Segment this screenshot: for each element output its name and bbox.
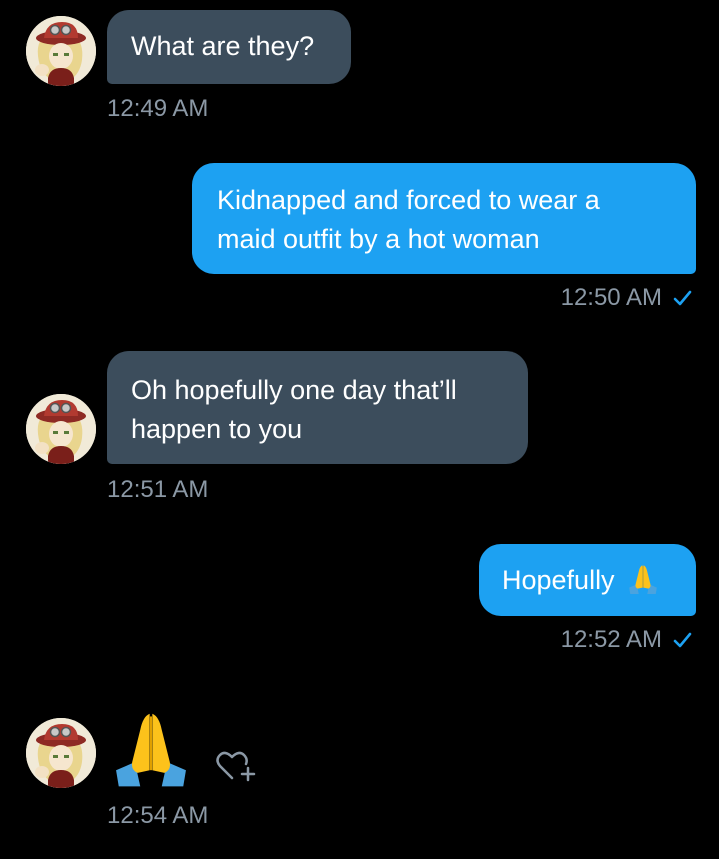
message-timestamp: 12:52 AM [560, 626, 662, 653]
message-timestamp: 12:50 AM [560, 284, 662, 311]
check-icon [673, 632, 692, 648]
outgoing-message-bubble[interactable]: Kidnapped and forced to wear a maid outf… [192, 163, 696, 274]
message-text: What are they? [131, 31, 315, 61]
message-timestamp: 12:54 AM [107, 802, 209, 829]
add-reaction-heart-icon[interactable] [214, 748, 258, 789]
avatar[interactable] [26, 718, 96, 788]
avatar[interactable] [26, 394, 96, 464]
message-text: Hopefully [502, 565, 615, 595]
folded-hands-emoji[interactable] [108, 703, 194, 794]
message-text-line: Kidnapped and forced to wear a [217, 185, 600, 215]
check-icon [673, 290, 692, 306]
incoming-message-bubble[interactable]: What are they? [107, 10, 351, 84]
incoming-message-bubble[interactable]: Oh hopefully one day that’ll happen to y… [107, 351, 528, 464]
outgoing-message-bubble[interactable]: Hopefully [479, 544, 696, 616]
folded-hands-emoji [626, 561, 660, 595]
message-status: 12:50 AM [561, 284, 692, 312]
message-timestamp: 12:49 AM [107, 95, 209, 122]
message-text-line: Oh hopefully one day that’ll [131, 375, 457, 405]
message-timestamp: 12:51 AM [107, 476, 209, 503]
message-text-line: maid outfit by a hot woman [217, 224, 540, 254]
avatar[interactable] [26, 16, 96, 86]
message-text-line: happen to you [131, 414, 303, 444]
message-status: 12:52 AM [561, 626, 692, 654]
